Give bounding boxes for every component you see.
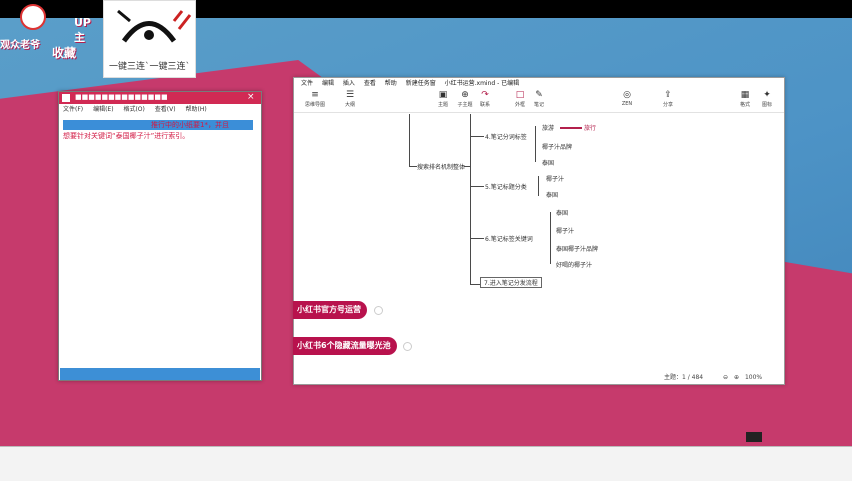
notepad-status-bar [60,368,260,380]
outline-view-button[interactable]: ☰ 大纲 [339,90,361,108]
sticker-card: 一键三连`一键三连` [103,0,196,78]
collapse-toggle-icon[interactable] [374,306,383,315]
branch-node-5[interactable]: 5.笔记标题分类 [485,182,527,191]
fav-label: 收藏 [52,46,77,60]
menu-view[interactable]: 查看(V) [155,106,176,113]
relationship-line [560,127,582,129]
document-title: 小红书运营.xmind - 已编辑 [444,80,520,87]
note-button[interactable]: ✎ 笔记 [528,90,550,108]
menu-format[interactable]: 格式(O) [123,106,144,113]
face-sketch-icon [117,9,192,43]
share-button[interactable]: ⇪ 分享 [657,90,679,108]
note-icon: ✎ [535,90,543,100]
zoom-level[interactable]: 100% [745,374,762,381]
connector [464,166,470,167]
topic-count: 主题：1 / 484 [664,374,704,381]
format-icon: ▦ [740,90,750,100]
connector [470,238,484,239]
mindmap-canvas[interactable]: 搜索排名机制整体 4.笔记分词标签 旅游 旅行 椰子汁品牌 泰国 5.笔记标题分… [294,114,784,370]
notepad-menubar: 文件(F) 编辑(E) 格式(O) 查看(V) 帮助(H) [59,104,261,114]
relationship-button[interactable]: ↷ 联系 [474,90,496,108]
menu-edit[interactable]: 编辑 [322,80,334,87]
menu-help[interactable]: 帮助 [385,80,397,87]
notepad-titlebar[interactable]: ■■■■■■■■■■■■■■ × [59,92,261,104]
relationship-icon: ↷ [481,90,489,100]
subtopic-icon: ⊕ [461,90,469,100]
mindmap-view-button[interactable]: ≡ 思维导图 [304,90,326,108]
connector [409,166,417,167]
format-button[interactable]: ▦ 格式 [734,90,756,108]
notepad-text-line-1[interactable]: 推行中的小纸要1*，并且 [151,120,229,130]
leaf-node[interactable]: 泰国椰子汁品牌 [556,244,598,253]
root-node[interactable]: 搜索排名机制整体 [417,162,465,171]
connector [470,136,484,137]
overlay-sticker: UP主 观众老爷 收藏 [0,0,100,64]
leaf-node[interactable]: 泰国 [542,158,554,167]
connector [535,126,536,162]
close-icon[interactable]: × [247,92,255,102]
branch-node-7[interactable]: 7.进入笔记分发流程 [480,277,542,288]
connector [470,114,471,284]
notepad-window[interactable]: ■■■■■■■■■■■■■■ × 文件(F) 编辑(E) 格式(O) 查看(V)… [58,91,262,381]
tray-indicator [746,432,762,442]
status-bar: 主题：1 / 484 ⊖ ⊕ 100% [664,372,762,381]
menu-new-window[interactable]: 新建任务窗 [406,80,436,87]
zen-icon: ◎ [623,90,631,100]
menu-file[interactable]: 文件 [301,80,313,87]
xmind-menubar: 文件 编辑 插入 查看 帮助 新建任务窗 小红书运营.xmind - 已编辑 [294,78,784,88]
share-icon: ⇪ [664,90,672,100]
connector [550,212,551,264]
zoom-out-icon[interactable]: ⊖ [723,374,728,381]
up-label: UP主 [74,16,91,44]
leaf-node[interactable]: 旅游 [542,123,554,132]
leaf-node[interactable]: 椰子汁品牌 [542,142,572,151]
branch-node-6[interactable]: 6.笔记标签关键词 [485,234,533,243]
notepad-text-line-2[interactable]: 想要针对关键词“泰国椰子汁”进行索引。 [63,131,189,141]
icon-panel-button[interactable]: ✦ 图标 [756,90,778,108]
xmind-toolbar: ≡ 思维导图 ☰ 大纲 ▣ 主题 ⊕ 子主题 ↷ 联系 □ 外框 ✎ 笔记 ◎ ZEN ⇪ 分享 … [294,90,784,113]
branch-node-4[interactable]: 4.笔记分词标签 [485,132,527,141]
leaf-node[interactable]: 好喝的椰子汁 [556,260,592,269]
icon-panel-icon: ✦ [763,90,771,100]
notepad-title: ■■■■■■■■■■■■■■ [75,93,168,101]
connector [470,186,484,187]
leaf-node[interactable]: 泰国 [556,208,568,217]
zen-button[interactable]: ◎ ZEN [616,90,638,107]
taskbar [0,446,852,481]
card-caption: 一键三连`一键三连` [108,62,190,72]
topic-button[interactable]: ▣ 主题 [432,90,454,108]
menu-help[interactable]: 帮助(H) [186,106,207,113]
mindmap-icon: ≡ [311,90,319,100]
connector [409,114,410,166]
connector [538,176,539,196]
outline-icon: ☰ [345,90,355,100]
leaf-node[interactable]: 椰子汁 [556,226,574,235]
topic-pill-traffic[interactable]: 小红书6个隐藏流量曝光池 [293,337,397,355]
leaf-node[interactable]: 椰子汁 [546,174,564,183]
zoom-in-icon[interactable]: ⊕ [734,374,739,381]
menu-insert[interactable]: 插入 [343,80,355,87]
topic-icon: ▣ [438,90,448,100]
topic-pill-official[interactable]: 小红书官方号运营 [293,301,367,319]
subtopic-button[interactable]: ⊕ 子主题 [454,90,476,108]
notepad-app-icon [62,94,70,102]
viewers-label: 观众老爷 [0,40,40,51]
tag-node[interactable]: 旅行 [584,123,596,132]
collapse-toggle-icon[interactable] [403,342,412,351]
menu-file[interactable]: 文件(F) [63,106,83,113]
connector [470,284,480,285]
menu-view[interactable]: 查看 [364,80,376,87]
emoji-face-icon [20,4,46,30]
leaf-node[interactable]: 泰国 [546,190,558,199]
menu-edit[interactable]: 编辑(E) [93,106,113,113]
